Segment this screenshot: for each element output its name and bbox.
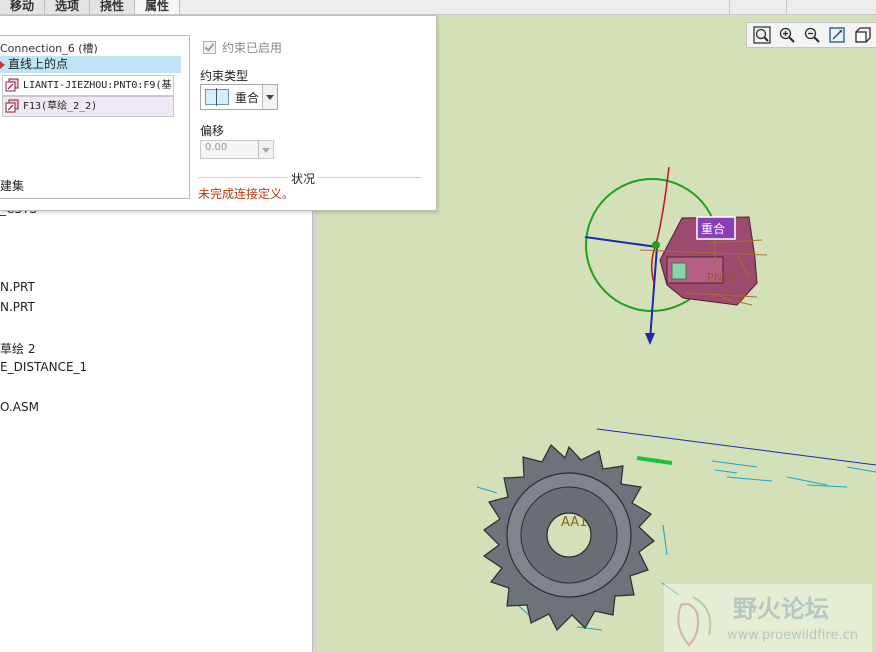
constraint-label: 直线上的点 [8, 57, 69, 71]
coincident-icon [205, 88, 229, 106]
reference-item[interactable]: LIANTI-JIEZHOU:PNT0:F9(基 [2, 75, 174, 96]
constraint-type-select[interactable]: 重合 [200, 84, 278, 110]
part-reference-icon [5, 78, 19, 92]
zoom-out-icon[interactable] [801, 24, 822, 46]
dashboard-right-area [729, 0, 876, 14]
status-message: 未完成连接定义。 [198, 187, 295, 201]
zoom-in-icon[interactable] [776, 24, 797, 46]
repaint-icon[interactable] [826, 24, 847, 46]
connection-list-box: Connection_6 (槽) 直线上的点 LIANTI-JIEZHOU:PN… [0, 35, 190, 199]
checkbox-checked-icon [203, 41, 216, 54]
chevron-down-icon[interactable] [262, 85, 277, 109]
arrow-right-icon [0, 60, 5, 69]
watermark-title: 野火论坛 [733, 595, 829, 623]
tree-item[interactable]: E_DISTANCE_1 [0, 360, 87, 374]
constraint-enabled-checkbox[interactable]: 约束已启用 [203, 39, 282, 56]
forum-watermark: 野火论坛 www.proewildfire.cn [664, 584, 872, 652]
tab-options[interactable]: 选项 [45, 0, 91, 14]
axis-label-aa1: AA1 [561, 515, 587, 530]
tab-move[interactable]: 移动 [0, 0, 46, 14]
axis-label-a2: A_2 [725, 289, 745, 302]
constraint-enabled-label: 约束已启用 [222, 41, 283, 55]
sketch-reference-icon [5, 99, 19, 113]
dashboard-tabs: 移动 选项 挠性 属性 [0, 0, 181, 14]
constraint-list-item-selected[interactable]: 直线上的点 [0, 56, 181, 73]
reference-label: F13(草绘_2_2) [23, 101, 98, 112]
offset-input[interactable]: 0.00 [200, 140, 274, 159]
build-set-label: 建集 [0, 179, 25, 193]
tree-item[interactable]: N.PRT [0, 300, 35, 314]
reference-label: LIANTI-JIEZHOU:PNT0:F9(基 [23, 80, 172, 91]
datum-label-pnt0: PNT0 [707, 271, 736, 284]
orientation-icon[interactable] [851, 24, 872, 46]
offset-value: 0.00 [205, 142, 228, 153]
sprocket-gear[interactable]: AA1 [482, 444, 655, 632]
reference-item[interactable]: F13(草绘_2_2) [2, 96, 174, 117]
connection-title[interactable]: Connection_6 (槽) [0, 40, 98, 56]
dashboard-tab-strip: 移动 选项 挠性 属性 [0, 0, 876, 15]
zoom-fit-icon[interactable] [751, 24, 772, 46]
connection-properties-dialog: Connection_6 (槽) 直线上的点 LIANTI-JIEZHOU:PN… [0, 15, 437, 211]
constraint-tag-coincident[interactable]: 重合 [701, 221, 725, 236]
constraint-type-label: 约束类型 [200, 69, 249, 83]
tree-item[interactable]: N.PRT [0, 280, 35, 294]
tree-item[interactable]: 草绘 2 [0, 340, 35, 357]
constraint-type-value: 重合 [235, 90, 260, 105]
watermark-url: www.proewildfire.cn [727, 628, 858, 643]
offset-label: 偏移 [200, 124, 225, 138]
view-toolbar [746, 22, 876, 48]
tree-item[interactable]: O.ASM [0, 400, 39, 414]
chevron-down-icon[interactable] [258, 141, 273, 158]
tab-flexibility[interactable]: 挠性 [90, 0, 136, 14]
tab-properties[interactable]: 属性 [135, 0, 181, 14]
